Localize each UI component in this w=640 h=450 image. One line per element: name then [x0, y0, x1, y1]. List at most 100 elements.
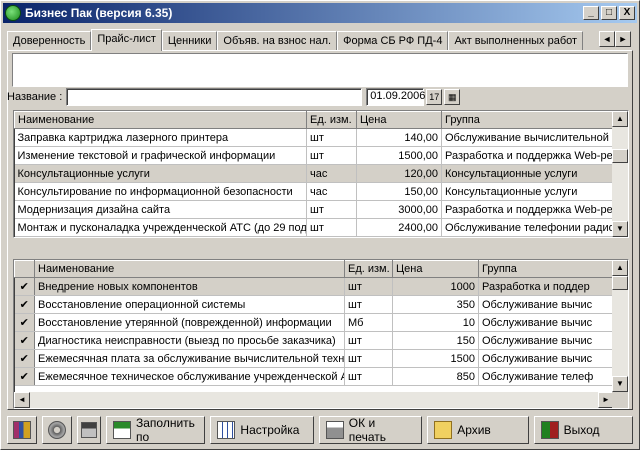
- col-unit-header[interactable]: Ед. изм.: [344, 260, 393, 278]
- check-icon[interactable]: ✔: [14, 367, 35, 386]
- calculator-icon[interactable]: ▦: [444, 89, 461, 105]
- cell-group[interactable]: Обслуживание вычис: [478, 331, 615, 350]
- minimize-button[interactable]: _: [583, 6, 599, 20]
- cell-price[interactable]: 150: [392, 331, 479, 350]
- cell-group[interactable]: Обслуживание телефонии радиов: [441, 218, 615, 237]
- bottom-grid-hscroll[interactable]: ◄ ►: [14, 392, 614, 408]
- table-row[interactable]: ✔ Восстановление операционной системы шт…: [14, 295, 615, 314]
- cell-name[interactable]: Ежемесячное техническое обслуживание учр…: [34, 367, 345, 386]
- check-icon[interactable]: ✔: [14, 295, 35, 314]
- table-row[interactable]: Монтаж и пусконаладка учрежденческой АТС…: [14, 218, 615, 237]
- table-row[interactable]: ✔ Восстановление утерянной (поврежденной…: [14, 313, 615, 332]
- cell-unit[interactable]: час: [306, 182, 357, 201]
- price-list-grid[interactable]: Наименование Ед. изм. Цена Группа Заправ…: [13, 110, 629, 238]
- fill-button[interactable]: Заполнить по: [106, 416, 206, 444]
- cell-name[interactable]: Ежемесячная плата за обслуживание вычисл…: [34, 349, 345, 368]
- col-group-header[interactable]: Группа: [441, 111, 615, 129]
- cell-name[interactable]: Восстановление утерянной (поврежденной) …: [34, 313, 345, 332]
- archive-button[interactable]: Архив: [427, 416, 529, 444]
- scroll-thumb[interactable]: [612, 276, 628, 290]
- cell-unit[interactable]: шт: [344, 349, 393, 368]
- col-unit-header[interactable]: Ед. изм.: [306, 111, 357, 129]
- name-input[interactable]: [66, 88, 363, 106]
- table-row[interactable]: Изменение текстовой и графической информ…: [14, 146, 615, 165]
- check-icon[interactable]: ✔: [14, 349, 35, 368]
- cell-unit[interactable]: шт: [344, 277, 393, 296]
- cell-name[interactable]: Заправка картриджа лазерного принтера: [14, 128, 307, 147]
- options-button[interactable]: [42, 416, 72, 444]
- table-row[interactable]: Заправка картриджа лазерного принтера шт…: [14, 128, 615, 147]
- cell-group[interactable]: Разработка и поддержка Web-ре: [441, 146, 615, 165]
- cell-price[interactable]: 1500,00: [356, 146, 442, 165]
- cell-unit[interactable]: шт: [344, 331, 393, 350]
- tab-power-of-attorney[interactable]: Доверенность: [7, 31, 92, 51]
- table-row[interactable]: ✔ Диагностика неисправности (выезд по пр…: [14, 331, 615, 350]
- cell-price[interactable]: 1000: [392, 277, 479, 296]
- cell-group[interactable]: Разработка и поддержка Web-ре: [441, 200, 615, 219]
- tab-cash-deposit[interactable]: Объяв. на взнос нал.: [217, 31, 338, 51]
- grid-splitter[interactable]: [11, 247, 629, 255]
- cell-unit[interactable]: шт: [306, 218, 357, 237]
- col-price-header[interactable]: Цена: [356, 111, 442, 129]
- cell-price[interactable]: 10: [392, 313, 479, 332]
- cell-group[interactable]: Разработка и поддер: [478, 277, 615, 296]
- cell-unit[interactable]: шт: [344, 367, 393, 386]
- cell-price[interactable]: 3000,00: [356, 200, 442, 219]
- col-group-header[interactable]: Группа: [478, 260, 615, 278]
- scroll-up-icon[interactable]: ▲: [612, 111, 628, 127]
- books-button[interactable]: [7, 416, 37, 444]
- cell-price[interactable]: 350: [392, 295, 479, 314]
- settings-button[interactable]: Настройка: [210, 416, 314, 444]
- scroll-thumb[interactable]: [612, 149, 628, 163]
- cell-price[interactable]: 150,00: [356, 182, 442, 201]
- cell-name[interactable]: Консультирование по информационной безоп…: [14, 182, 307, 201]
- tab-price-tags[interactable]: Ценники: [161, 31, 218, 51]
- cell-price[interactable]: 140,00: [356, 128, 442, 147]
- cell-group[interactable]: Обслуживание вычис: [478, 295, 615, 314]
- scroll-left-icon[interactable]: ◄: [14, 392, 30, 408]
- tab-sberbank-form[interactable]: Форма СБ РФ ПД-4: [337, 31, 449, 51]
- save-button[interactable]: [77, 416, 101, 444]
- maximize-button[interactable]: □: [601, 6, 617, 20]
- cell-group[interactable]: Консультационные услуги: [441, 164, 615, 183]
- table-row[interactable]: ✔ Ежемесячная плата за обслуживание вычи…: [14, 349, 615, 368]
- cell-group[interactable]: Консультационные услуги: [441, 182, 615, 201]
- table-row[interactable]: Консультирование по информационной безоп…: [14, 182, 615, 201]
- cell-group[interactable]: Обслуживание телеф: [478, 367, 615, 386]
- title-bar[interactable]: Бизнес Пак (версия 6.35) _ □ X: [3, 3, 637, 23]
- cell-name[interactable]: Монтаж и пусконаладка учрежденческой АТС…: [14, 218, 307, 237]
- cell-name[interactable]: Изменение текстовой и графической информ…: [14, 146, 307, 165]
- cell-price[interactable]: 120,00: [356, 164, 442, 183]
- cell-group[interactable]: Обслуживание вычис: [478, 313, 615, 332]
- exit-button[interactable]: Выход: [533, 416, 633, 444]
- bottom-grid-vscroll[interactable]: ▲ ▼: [612, 260, 628, 392]
- calendar-icon[interactable]: 17: [426, 89, 443, 105]
- close-button[interactable]: X: [619, 6, 635, 20]
- table-row[interactable]: ✔ Ежемесячное техническое обслуживание у…: [14, 367, 615, 386]
- cell-name[interactable]: Внедрение новых компонентов: [34, 277, 345, 296]
- cell-unit[interactable]: шт: [306, 128, 357, 147]
- cell-name[interactable]: Модернизация дизайна сайта: [14, 200, 307, 219]
- top-grid-vscroll[interactable]: ▲ ▼: [612, 111, 628, 237]
- cell-name[interactable]: Диагностика неисправности (выезд по прос…: [34, 331, 345, 350]
- check-icon[interactable]: ✔: [14, 277, 35, 296]
- check-icon[interactable]: ✔: [14, 331, 35, 350]
- cell-name[interactable]: Восстановление операционной системы: [34, 295, 345, 314]
- ok-print-button[interactable]: ОК и печать: [318, 416, 423, 444]
- cell-group[interactable]: Обслуживание вычис: [478, 349, 615, 368]
- tab-scroll-right-icon[interactable]: ►: [615, 31, 631, 47]
- col-name-header[interactable]: Наименование: [14, 111, 307, 129]
- cell-price[interactable]: 1500: [392, 349, 479, 368]
- col-name-header[interactable]: Наименование: [34, 260, 345, 278]
- table-row-selected[interactable]: ✔ Внедрение новых компонентов шт 1000 Ра…: [14, 277, 615, 296]
- tab-work-act[interactable]: Акт выполненных работ: [448, 31, 584, 51]
- scroll-down-icon[interactable]: ▼: [612, 376, 628, 392]
- cell-group[interactable]: Обслуживание вычислительной т: [441, 128, 615, 147]
- col-price-header[interactable]: Цена: [392, 260, 479, 278]
- date-input[interactable]: 01.09.2006: [366, 88, 425, 106]
- cell-unit[interactable]: шт: [306, 200, 357, 219]
- cell-unit[interactable]: Мб: [344, 313, 393, 332]
- cell-unit[interactable]: шт: [344, 295, 393, 314]
- selected-items-grid[interactable]: Наименование Ед. изм. Цена Группа ✔ Внед…: [13, 259, 629, 409]
- table-row[interactable]: Модернизация дизайна сайта шт 3000,00 Ра…: [14, 200, 615, 219]
